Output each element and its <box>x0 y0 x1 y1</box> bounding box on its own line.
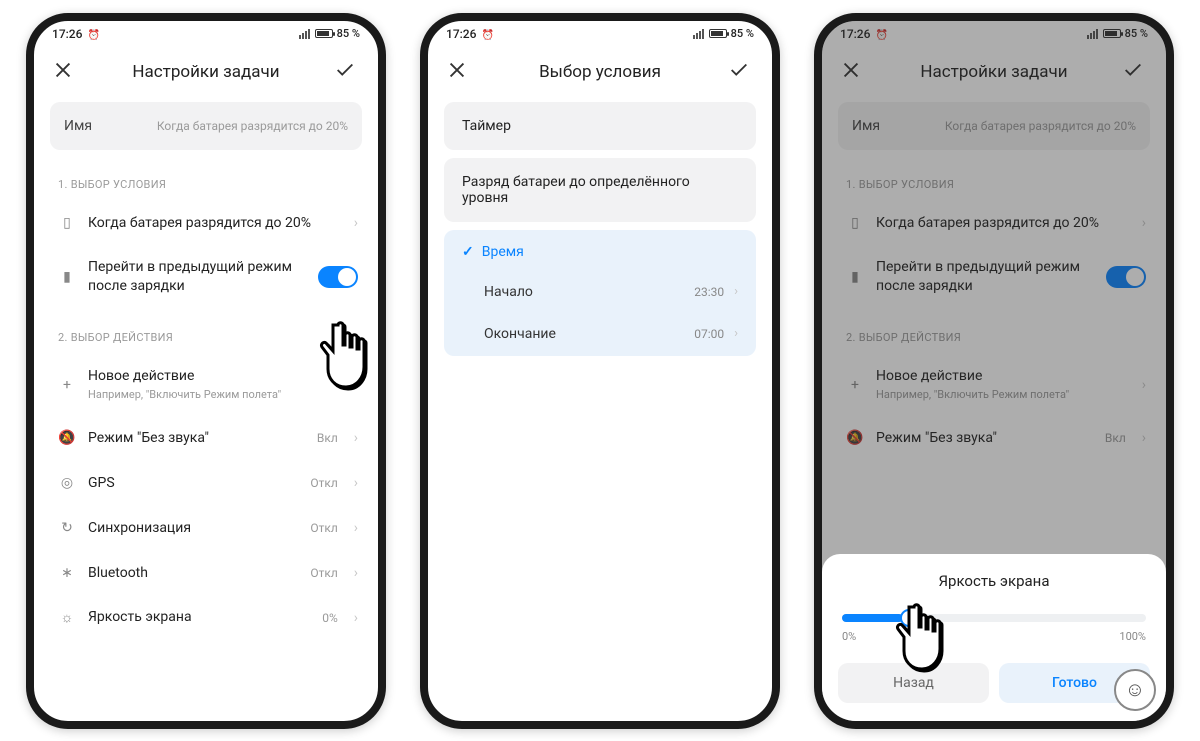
close-icon[interactable] <box>446 59 472 86</box>
option-time[interactable]: Время Начало 23:30 › Окончание 07:00 › <box>444 230 756 356</box>
header: Выбор условия <box>428 47 772 102</box>
plus-icon: + <box>58 377 76 393</box>
slider-min: 0% <box>842 630 856 643</box>
brightness-slider[interactable] <box>842 614 1146 622</box>
slider-fill <box>842 614 903 622</box>
option-time-label: Время <box>482 244 524 260</box>
new-action-label: Новое действие <box>88 367 338 386</box>
phone-condition-picker: 17:26 85 % Выбор условия Таймер Разряд б… <box>420 13 780 729</box>
condition-text: Когда батарея разрядится до 20% <box>88 214 338 233</box>
alarm-icon <box>481 27 493 41</box>
chevron-right-icon: › <box>350 475 358 491</box>
status-time: 17:26 <box>52 27 82 41</box>
option-battery-level[interactable]: Разряд батареи до определённого уровня <box>444 158 756 222</box>
check-icon <box>462 244 474 260</box>
condition-row[interactable]: ▯ Когда батарея разрядится до 20% › <box>44 201 368 246</box>
close-icon[interactable] <box>52 59 78 86</box>
status-bar: 17:26 85 % <box>428 21 772 47</box>
chevron-right-icon: › <box>350 565 358 581</box>
mascot-avatar: ☺ <box>1114 669 1156 711</box>
name-value: Когда батарея разрядится до 20% <box>157 119 348 133</box>
slider-thumb[interactable] <box>900 609 918 627</box>
slider-max: 100% <box>1119 630 1146 643</box>
phone-brightness-sheet: 17:26 85 % Настройки задачи Имя Когда ба… <box>814 13 1174 729</box>
cancel-button[interactable]: Назад <box>838 663 989 703</box>
signal-icon <box>693 29 705 39</box>
time-end-row[interactable]: Окончание 07:00 › <box>444 314 756 356</box>
option-timer[interactable]: Таймер <box>444 102 756 150</box>
restore-text: Перейти в предыдущий режим после зарядки <box>88 258 306 296</box>
chevron-right-icon: › <box>350 215 358 231</box>
chevron-right-icon: › <box>734 284 738 299</box>
battery-low-icon: ▯ <box>58 215 76 231</box>
restore-mode-row: ▮ Перейти в предыдущий режим после заряд… <box>44 245 368 309</box>
battery-icon <box>315 29 333 38</box>
time-start-row[interactable]: Начало 23:30 › <box>444 272 756 314</box>
action-row-sync[interactable]: ↻ Синхронизация Откл › <box>44 506 368 551</box>
page-title: Настройки задачи <box>132 62 279 82</box>
new-action-hint: Например, "Включить Режим полета" <box>88 388 338 403</box>
status-bar: 17:26 85 % <box>34 21 378 47</box>
alarm-icon <box>87 27 99 41</box>
phone-task-settings: 17:26 85 % Настройки задачи Имя Когда ба… <box>26 13 386 729</box>
name-label: Имя <box>64 118 92 134</box>
action-row-bluetooth[interactable]: ∗ Bluetooth Откл › <box>44 551 368 596</box>
confirm-icon[interactable] <box>728 59 754 86</box>
page-title: Выбор условия <box>539 62 661 82</box>
chevron-right-icon: › <box>350 377 358 393</box>
chevron-right-icon: › <box>350 430 358 446</box>
section-condition: 1. ВЫБОР УСЛОВИЯ <box>44 172 368 201</box>
action-row-gps[interactable]: ◎ GPS Откл › <box>44 461 368 506</box>
action-row-silent[interactable]: 🔕 Режим "Без звука" Вкл › <box>44 416 368 461</box>
header: Настройки задачи <box>34 47 378 102</box>
gps-icon: ◎ <box>58 475 76 491</box>
status-battery: 85 % <box>731 27 754 40</box>
status-time: 17:26 <box>446 27 476 41</box>
confirm-icon[interactable] <box>334 59 360 86</box>
new-action-row[interactable]: + Новое действие Например, "Включить Реж… <box>44 354 368 416</box>
bluetooth-icon: ∗ <box>58 565 76 581</box>
sheet-title: Яркость экрана <box>838 572 1150 590</box>
restore-toggle[interactable] <box>318 266 358 288</box>
mute-icon: 🔕 <box>58 430 76 446</box>
status-battery: 85 % <box>337 27 360 40</box>
sync-icon: ↻ <box>58 520 76 536</box>
task-name-field[interactable]: Имя Когда батарея разрядится до 20% <box>50 102 362 150</box>
chevron-right-icon: › <box>350 520 358 536</box>
chevron-right-icon: › <box>734 326 738 341</box>
brightness-icon: ☼ <box>58 609 76 626</box>
chevron-right-icon: › <box>350 610 358 626</box>
signal-icon <box>299 29 311 39</box>
battery-icon <box>709 29 727 38</box>
section-action: 2. ВЫБОР ДЕЙСТВИЯ <box>44 325 368 354</box>
battery-full-icon: ▮ <box>58 269 76 285</box>
action-row-brightness[interactable]: ☼ Яркость экрана 0% › <box>44 595 368 640</box>
